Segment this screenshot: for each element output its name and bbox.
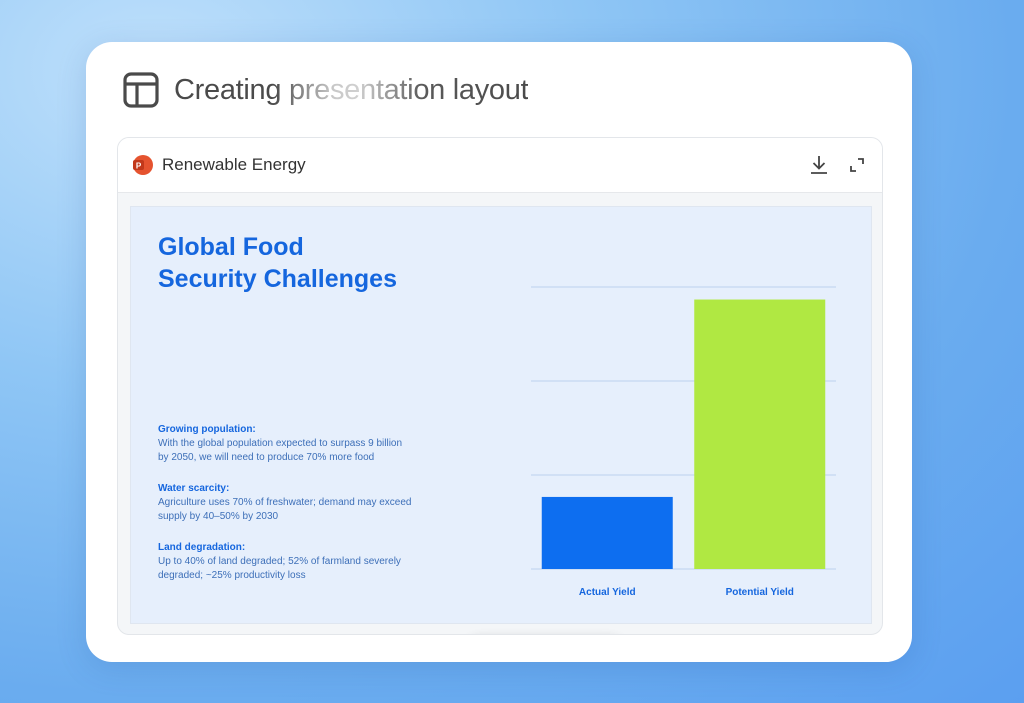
point-water: Water scarcity: Agriculture uses 70% of …: [158, 482, 458, 524]
slide-title-line1: Global Food: [158, 233, 304, 261]
bar-potential-yield: [694, 299, 826, 569]
viewer-actions: [808, 154, 868, 176]
viewer-toolbar: P Renewable Energy: [118, 138, 882, 193]
point-text: With the global population expected to s…: [158, 438, 403, 449]
point-text: supply by 40–50% by 2030: [158, 511, 279, 522]
point-heading: Water scarcity:: [158, 483, 230, 494]
status-title: Creating presentation layout: [174, 73, 529, 106]
slide: Global Food Security Challenges Growing …: [130, 206, 872, 624]
slide-title: Global Food Security Challenges: [158, 231, 488, 295]
point-text: Agriculture uses 70% of freshwater; dema…: [158, 497, 412, 508]
point-population: Growing population: With the global popu…: [158, 423, 458, 465]
point-text: by 2050, we will need to produce 70% mor…: [158, 452, 375, 463]
file-name: Renewable Energy: [162, 155, 306, 174]
powerpoint-icon: P: [133, 155, 153, 175]
fullscreen-icon[interactable]: [846, 154, 868, 176]
presentation-card: Creating presentation layout P Renewable…: [86, 42, 912, 662]
yield-bar-chart: Actual Yield Potential Yield: [531, 286, 836, 598]
x-tick-label: Potential Yield: [726, 587, 794, 598]
point-text: degraded; ~25% productivity loss: [158, 570, 306, 581]
bullet-points: Growing population: With the global popu…: [158, 423, 458, 600]
card-header: Creating presentation layout: [122, 70, 529, 110]
slide-viewer: P Renewable Energy Global Food Security …: [117, 137, 883, 635]
download-icon[interactable]: [808, 154, 830, 176]
point-land: Land degradation: Up to 40% of land degr…: [158, 541, 458, 583]
x-tick-label: Actual Yield: [579, 587, 636, 598]
point-heading: Growing population:: [158, 424, 256, 435]
point-text: Up to 40% of land degraded; 52% of farml…: [158, 556, 401, 567]
point-heading: Land degradation:: [158, 542, 246, 553]
layout-grid-icon: [123, 72, 159, 108]
bar-actual-yield: [541, 496, 673, 569]
slide-title-line2: Security Challenges: [158, 265, 397, 293]
svg-text:P: P: [136, 162, 142, 171]
